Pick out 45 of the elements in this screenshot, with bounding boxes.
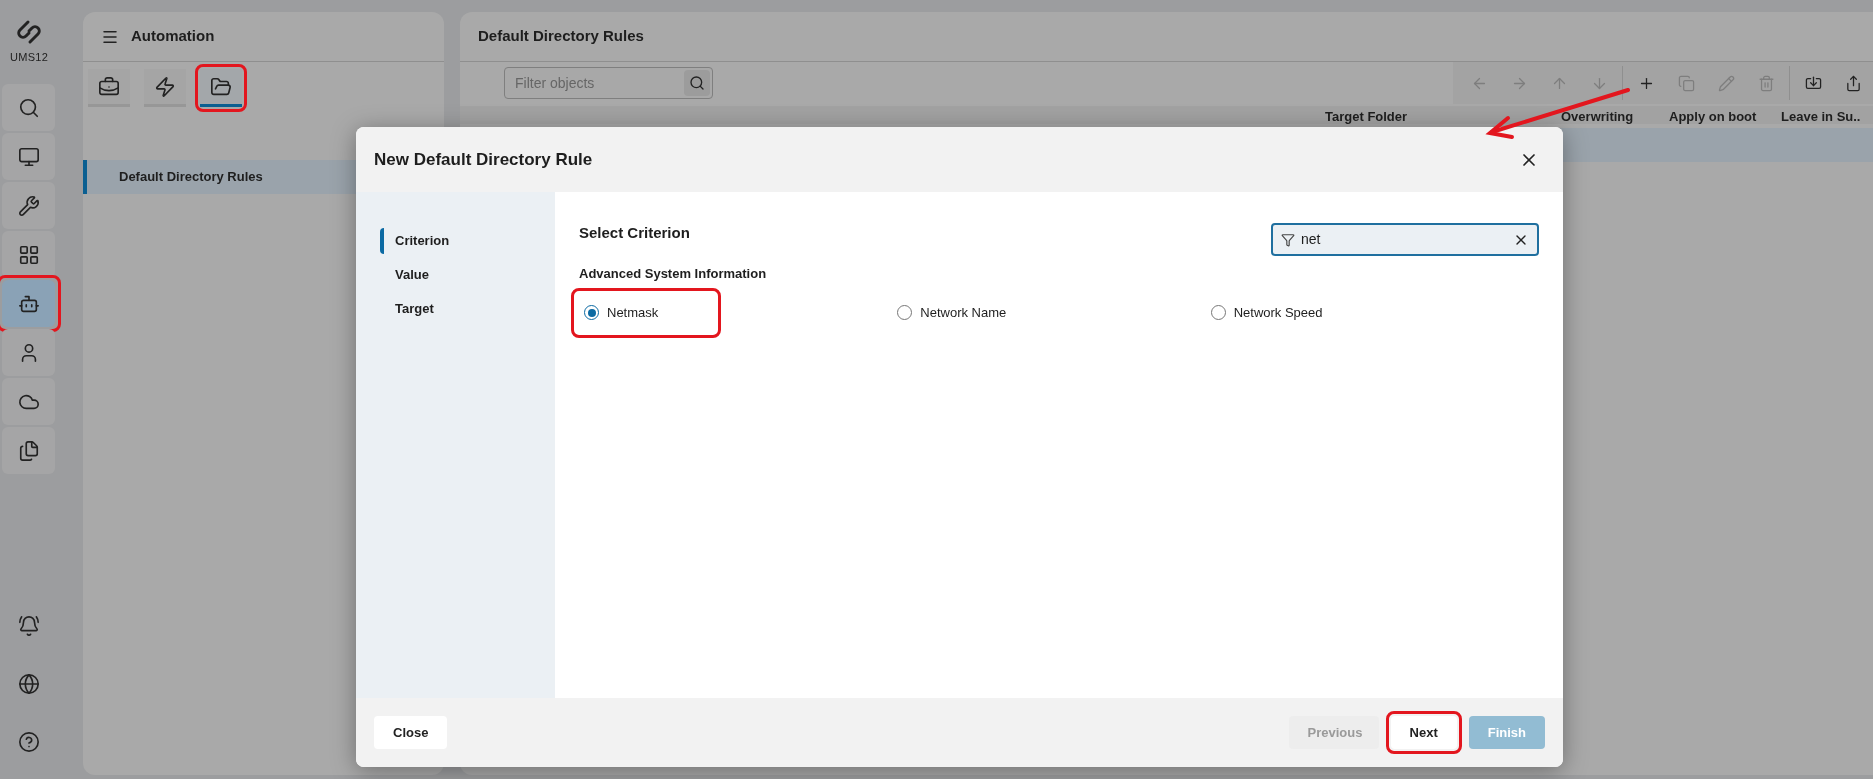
logo-icon — [15, 18, 43, 45]
monitor-icon — [17, 145, 40, 168]
panel-title: Default Directory Rules — [478, 26, 644, 47]
dialog-button[interactable]: Next — [1390, 716, 1457, 749]
column-header: Target Folder — [1325, 109, 1408, 124]
rail-button[interactable] — [2, 329, 55, 376]
panel-tab[interactable] — [144, 69, 186, 107]
panel-tab[interactable] — [88, 69, 130, 107]
column-header: Overwriting — [1561, 109, 1634, 124]
criterion-search-field[interactable]: net — [1271, 223, 1539, 256]
group-label: Advanced System Information — [579, 265, 768, 283]
rail-button[interactable] — [2, 133, 55, 180]
lightning-icon — [154, 75, 176, 98]
grid-icon — [17, 243, 40, 266]
rail-button[interactable] — [2, 378, 55, 425]
help-icon — [18, 731, 40, 753]
search-icon[interactable] — [689, 75, 705, 91]
wrench-icon — [17, 194, 40, 217]
column-header: Apply on boot — [1669, 109, 1757, 124]
document-icon — [17, 439, 40, 462]
section-heading: Select Criterion — [579, 223, 690, 243]
bell-icon — [18, 615, 40, 637]
wizard-step[interactable]: Criterion — [380, 228, 555, 254]
radio-option[interactable]: Netmask — [576, 292, 716, 333]
briefcase-icon — [98, 75, 120, 98]
filter-input[interactable]: Filter objects — [515, 72, 684, 94]
wizard-step[interactable]: Target — [380, 296, 555, 322]
folder-icon — [210, 75, 232, 98]
rail-button[interactable] — [2, 231, 55, 278]
wizard-step[interactable]: Value — [380, 262, 555, 288]
radio-option[interactable]: Network Name — [889, 292, 1030, 333]
filter-icon — [1281, 232, 1295, 247]
search-input[interactable]: net — [1301, 229, 1507, 250]
radio-option[interactable]: Network Speed — [1202, 292, 1343, 333]
rail-button[interactable] — [2, 84, 55, 131]
rail-button[interactable] — [2, 427, 55, 474]
column-header: Leave in Su.. — [1781, 109, 1861, 124]
logo-text: UMS12 — [9, 49, 49, 65]
search-icon — [17, 96, 40, 119]
globe-icon — [18, 673, 40, 695]
panel-title: Automation — [131, 26, 215, 47]
dialog-button[interactable]: Close — [374, 716, 448, 749]
rail-button[interactable] — [2, 182, 55, 229]
rail-button[interactable] — [2, 280, 55, 327]
filter-field[interactable]: Filter objects — [504, 67, 713, 99]
